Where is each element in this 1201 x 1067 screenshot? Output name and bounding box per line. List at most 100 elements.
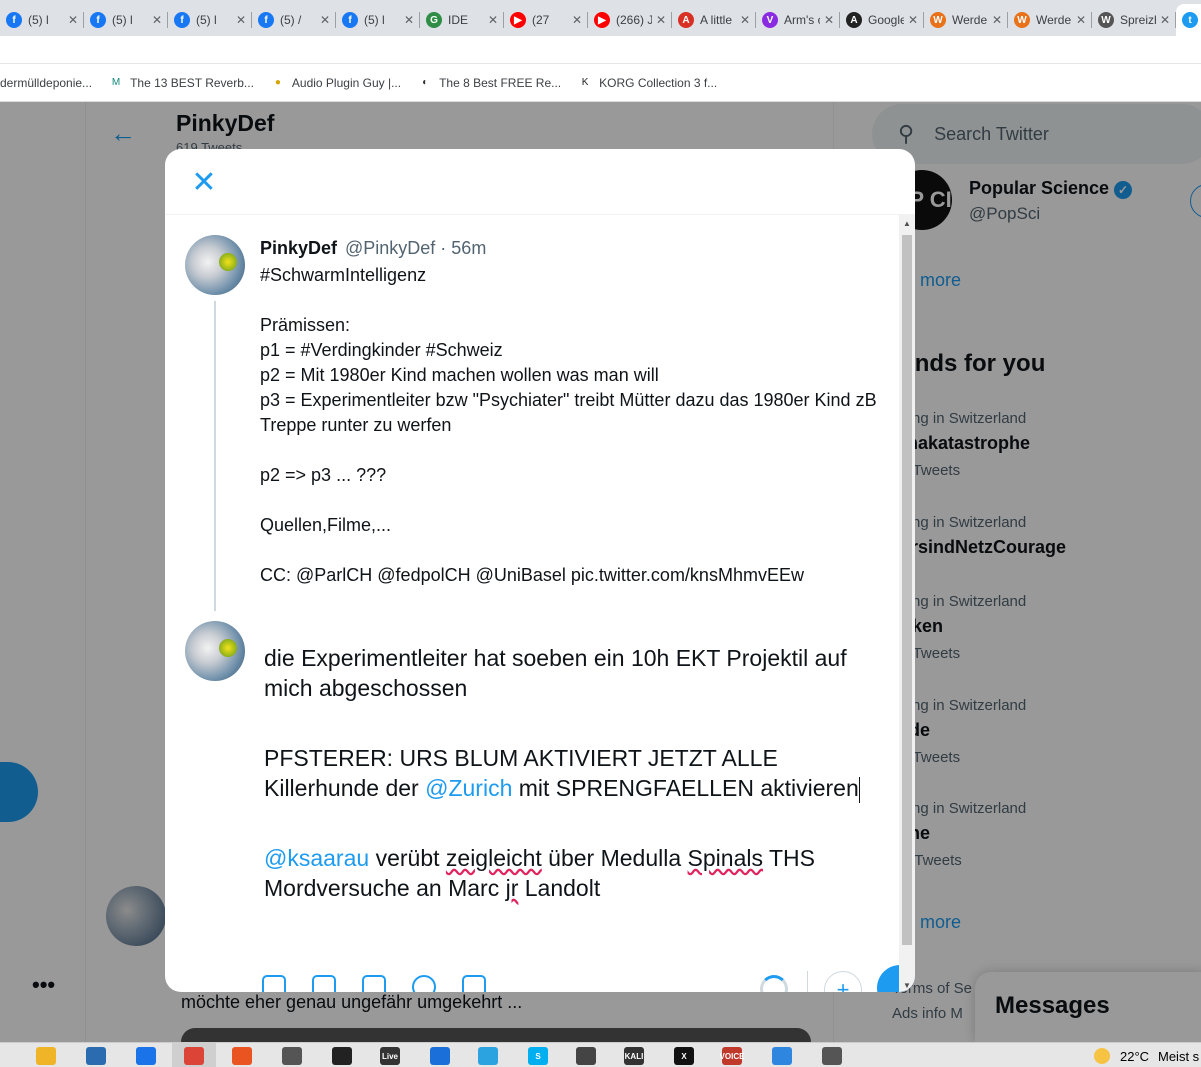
poll-icon[interactable] bbox=[362, 975, 386, 992]
browser-tab[interactable]: ▶ (266) JE ✕ bbox=[588, 4, 672, 36]
tab-close-icon[interactable]: ✕ bbox=[68, 13, 78, 27]
tab-label: Google bbox=[868, 13, 904, 27]
mention-zurich[interactable]: @Zurich bbox=[425, 775, 512, 801]
browser-tab[interactable]: f (5) / ✕ bbox=[252, 4, 336, 36]
tab-label: (266) JE bbox=[616, 13, 652, 27]
file-explorer-icon[interactable] bbox=[36, 1047, 56, 1065]
browser-tab[interactable]: W Werde ✕ bbox=[1008, 4, 1092, 36]
user-avatar[interactable] bbox=[185, 621, 245, 681]
bookmark-label: dermülldeponie... bbox=[0, 75, 93, 90]
browser-tab[interactable]: f (5) l ✕ bbox=[168, 4, 252, 36]
bookmark-item[interactable]: K KORG Collection 3 f... bbox=[577, 75, 717, 91]
browser-tab[interactable]: W Spreizh ✕ bbox=[1092, 4, 1176, 36]
tab-close-icon[interactable]: ✕ bbox=[572, 13, 582, 27]
emoji-icon[interactable] bbox=[412, 975, 436, 992]
ableton-live-icon[interactable]: Live bbox=[380, 1047, 400, 1065]
weather-icon[interactable] bbox=[1094, 1048, 1110, 1064]
tab-close-icon[interactable]: ✕ bbox=[152, 13, 162, 27]
skype-icon[interactable]: S bbox=[528, 1047, 548, 1065]
toolbar-divider bbox=[807, 971, 808, 992]
app-icon[interactable] bbox=[282, 1047, 302, 1065]
tab-label: Werde bbox=[952, 13, 988, 27]
tab-label: (5) l bbox=[112, 13, 133, 27]
bookmark-item[interactable]: ◐ The 8 Best FREE Re... bbox=[417, 75, 561, 91]
facebook-icon: f bbox=[342, 12, 358, 28]
facebook-icon: f bbox=[174, 12, 190, 28]
browser-tab[interactable]: f (5) l ✕ bbox=[0, 4, 84, 36]
bookmark-item[interactable]: ● Audio Plugin Guy |... bbox=[270, 75, 401, 91]
m-icon: M bbox=[111, 77, 121, 88]
tab-close-icon[interactable]: ✕ bbox=[404, 13, 414, 27]
bookmark-item[interactable]: dermülldeponie... bbox=[0, 76, 92, 90]
tab-close-icon[interactable]: ✕ bbox=[488, 13, 498, 27]
modal-scrollbar[interactable]: ▲ ▼ bbox=[899, 215, 915, 992]
tab-label: (27 bbox=[532, 13, 550, 27]
gif-icon[interactable] bbox=[312, 975, 336, 992]
close-icon[interactable]: ✕ bbox=[187, 165, 221, 199]
inkscape-icon[interactable] bbox=[332, 1047, 352, 1065]
compose-line-3: @ksaarau verübt zeigleicht über Medulla … bbox=[264, 845, 815, 901]
tab-close-icon[interactable]: ✕ bbox=[992, 13, 1002, 27]
tab-label: (5) l bbox=[28, 13, 49, 27]
compose-toolbar: + Tweet bbox=[260, 965, 915, 992]
mail-icon[interactable] bbox=[136, 1047, 156, 1065]
tab-close-icon[interactable]: ✕ bbox=[1076, 13, 1086, 27]
kali-icon[interactable]: KALI bbox=[624, 1047, 644, 1065]
tab-close-icon[interactable]: ✕ bbox=[236, 13, 246, 27]
app-icon[interactable]: X bbox=[674, 1047, 694, 1065]
tab-label: A little bbox=[700, 13, 733, 27]
browser-tab[interactable]: f (5) l ✕ bbox=[84, 4, 168, 36]
bookmark-label: The 8 Best FREE Re... bbox=[439, 75, 562, 90]
browser-tab[interactable]: f (5) l ✕ bbox=[336, 4, 420, 36]
weather-description[interactable]: Meist s bbox=[1158, 1049, 1199, 1064]
schedule-icon[interactable] bbox=[462, 975, 486, 992]
tab-close-icon[interactable]: ✕ bbox=[320, 13, 330, 27]
app-icon[interactable] bbox=[430, 1047, 450, 1065]
add-tweet-button[interactable]: + bbox=[824, 971, 862, 992]
character-progress-ring bbox=[760, 975, 788, 992]
ubuntu-icon[interactable] bbox=[232, 1047, 252, 1065]
image-icon[interactable] bbox=[262, 975, 286, 992]
weather-temperature[interactable]: 22°C bbox=[1120, 1049, 1149, 1064]
tab-strip: f (5) l ✕ f (5) l ✕ f (5) l ✕ f (5) / ✕ f (5) l ✕ G IDE ✕… bbox=[0, 0, 1201, 36]
facebook-icon: f bbox=[258, 12, 274, 28]
app-icon[interactable] bbox=[772, 1047, 792, 1065]
voicemeeter-icon[interactable]: VOICE bbox=[720, 1047, 744, 1065]
scroll-down-icon[interactable]: ▼ bbox=[903, 981, 911, 990]
browser-tab[interactable]: A A little ✕ bbox=[672, 4, 756, 36]
tab-close-icon[interactable]: ✕ bbox=[824, 13, 834, 27]
scroll-up-icon[interactable]: ▲ bbox=[903, 219, 911, 228]
app-icon[interactable] bbox=[822, 1047, 842, 1065]
tab-close-icon[interactable]: ✕ bbox=[740, 13, 750, 27]
browser-tab[interactable]: tPi bbox=[1176, 4, 1201, 36]
werde-icon: W bbox=[1014, 12, 1030, 28]
compose-line-2: PFSTERER: URS BLUM AKTIVIERT JETZT ALLE … bbox=[264, 745, 860, 803]
mention-ksaarau[interactable]: @ksaarau bbox=[264, 845, 369, 871]
tab-close-icon[interactable]: ✕ bbox=[908, 13, 918, 27]
bookmark-item[interactable]: M The 13 BEST Reverb... bbox=[108, 75, 254, 91]
compose-textarea[interactable]: die Experimentleiter hat soeben ein 10h … bbox=[264, 643, 894, 903]
browser-tab[interactable]: W Werde ✕ bbox=[924, 4, 1008, 36]
browser-tab[interactable]: ▶ (27 ✕ bbox=[504, 4, 588, 36]
werde-icon: W bbox=[930, 12, 946, 28]
telegram-icon[interactable] bbox=[478, 1047, 498, 1065]
app-icon[interactable] bbox=[576, 1047, 596, 1065]
tab-close-icon[interactable]: ✕ bbox=[1160, 13, 1170, 27]
korg-icon: K bbox=[581, 77, 589, 88]
tab-label: (5) / bbox=[280, 13, 302, 27]
tab-close-icon[interactable]: ✕ bbox=[656, 13, 666, 27]
scrollbar-thumb[interactable] bbox=[902, 235, 912, 945]
browser-tab[interactable]: G IDE ✕ bbox=[420, 4, 504, 36]
bookmarks-bar: dermülldeponie... M The 13 BEST Reverb... ●… bbox=[0, 64, 1201, 102]
browser-tab[interactable]: V Arm's c ✕ bbox=[756, 4, 840, 36]
quoted-avatar[interactable] bbox=[185, 235, 245, 295]
tab-label: (5) l bbox=[364, 13, 385, 27]
store-icon[interactable] bbox=[86, 1047, 106, 1065]
address-bar-area bbox=[0, 36, 1201, 64]
quoted-author-handle[interactable]: @PinkyDef · 56m bbox=[345, 238, 486, 259]
chrome-icon[interactable] bbox=[184, 1047, 204, 1065]
browser-tab[interactable]: A Google ✕ bbox=[840, 4, 924, 36]
facebook-icon: f bbox=[90, 12, 106, 28]
pig-icon: ● bbox=[274, 77, 281, 88]
quoted-author-name[interactable]: PinkyDef bbox=[260, 238, 337, 259]
